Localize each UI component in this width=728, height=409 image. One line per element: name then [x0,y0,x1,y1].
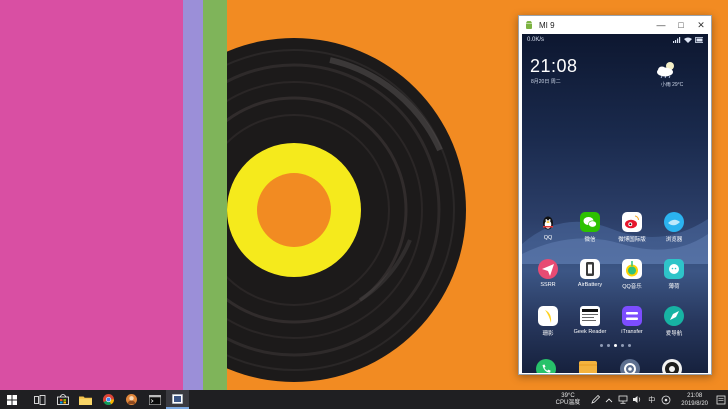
minimize-icon[interactable]: — [651,16,671,34]
close-icon[interactable]: ✕ [691,16,711,34]
itransfer-icon [622,306,642,326]
page-dot[interactable] [613,344,617,347]
bohe-icon [664,259,684,279]
app-bohe[interactable]: 薄荷 [656,259,692,290]
avatar-app-icon[interactable] [120,390,143,409]
app-paper-plane[interactable]: SSRR [530,259,566,288]
network-icon[interactable] [617,390,629,409]
cpu-temperature[interactable]: 39°C CPU温度 [556,393,581,407]
app-label: Geek Reader [573,329,607,335]
terminal-icon[interactable] [143,390,166,409]
taskbar-clock[interactable]: 21:08 2019/8/20 [681,392,708,408]
app-itransfer[interactable]: iTransfer [614,306,650,335]
pen-icon[interactable] [589,390,601,409]
app-weibo[interactable]: 微博国际版 [614,212,650,243]
battery-icon [695,37,703,43]
window-titlebar[interactable]: MI 9 — □ ✕ [519,16,711,34]
input-method-indicator[interactable]: 中 [648,395,655,405]
page-dot[interactable] [606,344,610,347]
android-icon [523,19,535,31]
signal-icon [673,37,681,43]
ime-mode-icon[interactable] [660,390,672,409]
app-label: 薄荷 [668,284,680,290]
airbattery-icon [580,259,600,279]
app-qq-music[interactable]: QQ音乐 [614,259,650,290]
app-label: 微博国际版 [618,237,646,243]
settings-icon[interactable] [620,359,640,373]
app-label: 珊影 [542,331,554,337]
taskbar-time: 21:08 [687,392,703,399]
notes-icon[interactable] [578,359,598,373]
windows-taskbar: 39°C CPU温度 中 21:08 2019/8/20 [0,390,728,409]
app-compass[interactable]: 爱导航 [656,306,692,337]
cloud-moon-icon [655,61,677,79]
page-dot[interactable] [599,344,603,347]
windows-start-icon[interactable] [0,390,24,409]
camera-icon[interactable] [662,359,682,373]
geek-reader-icon [580,306,600,326]
app-label: SSRR [540,282,556,288]
banana-icon [538,306,558,326]
page-dot[interactable] [620,344,624,347]
phone-icon[interactable] [536,359,556,373]
notification-icon[interactable] [714,390,728,409]
app-label: 微信 [584,237,596,243]
app-wechat[interactable]: 微信 [572,212,608,243]
compass-icon [664,306,684,326]
wifi-icon [684,37,692,43]
phone-mirror-window[interactable]: MI 9 — □ ✕ 0.0K/s 21:08 8月20日 周二 小雨 29°C… [518,15,712,375]
chrome-icon[interactable] [97,390,120,409]
app-label: QQ [543,235,553,241]
window-title: MI 9 [539,20,555,30]
qq-penguin-icon [538,212,558,232]
scrcpy-window-icon[interactable] [166,390,189,409]
app-label: 爱导航 [665,331,683,337]
store-icon[interactable] [51,390,74,409]
network-speed: 0.0K/s [527,37,545,43]
cpu-temp-label: CPU温度 [555,399,581,406]
chevron-up-icon[interactable] [603,390,615,409]
phone-status-bar: 0.0K/s [522,34,708,46]
app-airbattery[interactable]: AirBattery [572,259,608,288]
page-dot[interactable] [627,344,631,347]
volume-icon[interactable] [631,390,643,409]
page-indicator [522,344,708,347]
qq-music-icon [622,259,642,279]
task-view-icon[interactable] [28,390,51,409]
clock-date: 8月20日 周二 [531,79,561,85]
app-qq-penguin[interactable]: QQ [530,212,566,241]
app-banana[interactable]: 珊影 [530,306,566,337]
weibo-icon [622,212,642,232]
app-label: 浏览器 [665,237,683,243]
browser-icon [664,212,684,232]
app-browser[interactable]: 浏览器 [656,212,692,243]
file-explorer-icon[interactable] [74,390,97,409]
app-label: iTransfer [621,329,643,335]
maximize-icon[interactable]: □ [671,16,691,34]
phone-screen[interactable]: 0.0K/s 21:08 8月20日 周二 小雨 29°C QQ 微信 微博国际版 浏… [522,34,708,373]
cpu-temp-value: 39°C [561,392,575,399]
app-label: AirBattery [577,282,603,288]
weather-summary: 小雨 29°C [660,82,684,88]
app-geek-reader[interactable]: Geek Reader [572,306,608,335]
system-tray: 39°C CPU温度 中 21:08 2019/8/20 [556,390,728,409]
wechat-icon [580,212,600,232]
lockscreen-clock: 21:08 [530,56,578,76]
app-label: QQ音乐 [622,284,642,290]
taskbar-date: 2019/8/20 [681,400,708,407]
paper-plane-icon [538,259,558,279]
